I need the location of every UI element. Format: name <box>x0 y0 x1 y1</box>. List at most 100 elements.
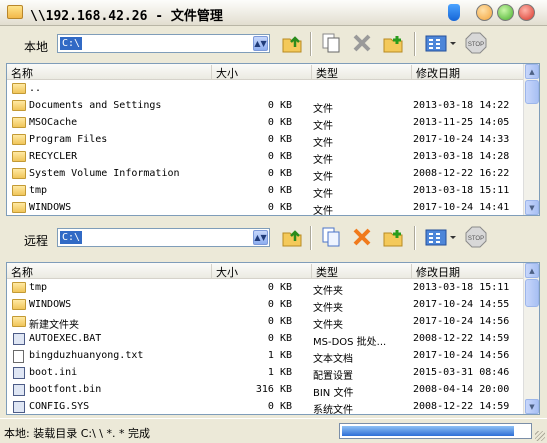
remote-scrollbar[interactable]: ▲ ▼ <box>523 263 539 414</box>
file-row[interactable]: CONFIG.SYS 0 KB 系统文件 2008-12-22 14:59 <box>7 399 525 415</box>
status-bar: 本地: 装载目录 C:\ \ *. * 完成 <box>0 418 547 443</box>
remote-path-dropdown[interactable]: C:\ ▲▼ <box>57 228 270 247</box>
folder-icon <box>12 299 26 310</box>
local-stop-button[interactable]: STOP <box>464 31 488 55</box>
remote-view-button[interactable] <box>423 225 459 249</box>
file-name: System Volume Information <box>29 168 180 179</box>
folder-icon <box>12 83 26 94</box>
file-row[interactable]: bingduzhuanyong.txt 1 KB 文本文档 2017-10-24 14… <box>7 348 525 365</box>
local-new-folder-button[interactable] <box>381 31 405 55</box>
scroll-thumb[interactable] <box>525 279 539 307</box>
file-row[interactable]: .. <box>7 81 525 98</box>
app-folder-icon <box>7 5 23 19</box>
stop-icon: STOP <box>465 32 487 54</box>
file-type: 文本文档 <box>313 354 353 365</box>
file-row[interactable]: RECYCLER 0 KB 文件 2013-03-18 14:28 <box>7 149 525 166</box>
window-title: \\192.168.42.26 - 文件管理 <box>30 9 223 24</box>
file-row[interactable]: bootfont.bin 316 KB BIN 文件 2008-04-14 20:00 <box>7 382 525 399</box>
file-name: WINDOWS <box>29 299 72 310</box>
local-header: 名称 大小 类型 修改日期 <box>7 64 525 80</box>
status-text: 本地: 装载目录 C:\ \ *. * 完成 <box>4 427 150 440</box>
scroll-down-button[interactable]: ▼ <box>525 200 539 215</box>
remote-rows: tmp 0 KB 文件夹 2013-03-18 15:11 WINDOWS 0 KB 文件夹… <box>7 280 525 415</box>
title-bar[interactable]: \\192.168.42.26 - 文件管理 <box>0 0 547 26</box>
file-row[interactable]: System Volume Information 0 KB 文件 2008-12-2… <box>7 166 525 183</box>
file-row[interactable]: Documents and Settings 0 KB 文件 2013-03-18 1… <box>7 98 525 115</box>
minimize-button[interactable] <box>476 4 493 21</box>
file-type: 文件 <box>313 138 333 149</box>
file-name: Program Files <box>29 134 108 145</box>
file-name: 新建文件夹 <box>29 320 79 331</box>
local-path-value: C:\ <box>60 37 83 50</box>
remote-file-list[interactable]: 名称 大小 类型 修改日期 tmp 0 KB 文件夹 2013-03-18 15:11… <box>6 262 540 415</box>
maximize-button[interactable] <box>497 4 514 21</box>
column-header-name[interactable]: 名称 <box>7 65 212 80</box>
column-header-size[interactable]: 大小 <box>212 65 312 80</box>
scroll-thumb[interactable] <box>525 80 539 104</box>
toolbar-separator <box>414 226 416 250</box>
file-size: 0 KB <box>267 168 292 179</box>
close-button[interactable] <box>518 4 535 21</box>
file-type: 文件 <box>313 155 333 166</box>
column-header-name[interactable]: 名称 <box>7 264 212 279</box>
file-row[interactable]: WINDOWS 0 KB 文件 2017-10-24 14:41 <box>7 200 525 216</box>
remote-header: 名称 大小 类型 修改日期 <box>7 263 525 279</box>
column-header-date[interactable]: 修改日期 <box>412 65 525 80</box>
file-type: 文件 <box>313 206 333 216</box>
remote-up-folder-button[interactable] <box>280 225 304 249</box>
remote-new-folder-button[interactable] <box>381 225 405 249</box>
file-size: 0 KB <box>267 134 292 145</box>
file-name: bingduzhuanyong.txt <box>29 350 144 361</box>
pin-icon[interactable] <box>448 4 460 21</box>
remote-delete-button[interactable] <box>350 225 374 249</box>
delete-icon <box>353 228 371 246</box>
file-date: 2017-10-24 14:56 <box>413 350 510 361</box>
file-row[interactable]: tmp 0 KB 文件夹 2013-03-18 15:11 <box>7 280 525 297</box>
scroll-up-button[interactable]: ▲ <box>525 64 539 79</box>
file-type: BIN 文件 <box>313 388 354 399</box>
local-toolbar: 本地 C:\ ▲▼ STOP <box>0 28 547 66</box>
file-row[interactable]: WINDOWS 0 KB 文件夹 2017-10-24 14:55 <box>7 297 525 314</box>
folder-icon <box>12 316 26 327</box>
file-date: 2017-10-24 14:33 <box>413 134 510 145</box>
file-type: 配置设置 <box>313 371 353 382</box>
file-row[interactable]: boot.ini 1 KB 配置设置 2015-03-31 08:46 <box>7 365 525 382</box>
remote-copy-button[interactable] <box>319 225 343 249</box>
file-date: 2017-10-24 14:41 <box>413 202 510 213</box>
local-copy-button[interactable] <box>319 31 343 55</box>
file-type: 文件夹 <box>313 320 343 331</box>
file-row[interactable]: AUTOEXEC.BAT 0 KB MS-DOS 批处... 2008-12-22 1… <box>7 331 525 348</box>
local-file-list[interactable]: 名称 大小 类型 修改日期 .. Documents and Settings 0 … <box>6 63 540 216</box>
column-header-type[interactable]: 类型 <box>312 65 412 80</box>
folder-icon <box>12 202 26 213</box>
file-date: 2008-04-14 20:00 <box>413 384 510 395</box>
chevron-down-icon[interactable]: ▲▼ <box>253 230 268 245</box>
file-size: 1 KB <box>267 367 292 378</box>
file-type: 系统文件 <box>313 405 353 415</box>
resize-grip[interactable] <box>535 431 545 441</box>
file-size: 0 KB <box>267 282 292 293</box>
local-delete-button[interactable] <box>350 31 374 55</box>
config-file-icon <box>13 367 25 379</box>
file-size: 0 KB <box>267 185 292 196</box>
scroll-down-button[interactable]: ▼ <box>525 399 539 414</box>
file-row[interactable]: 新建文件夹 0 KB 文件夹 2017-10-24 14:56 <box>7 314 525 331</box>
file-date: 2017-10-24 14:55 <box>413 299 510 310</box>
local-up-folder-button[interactable] <box>280 31 304 55</box>
local-path-dropdown[interactable]: C:\ ▲▼ <box>57 34 270 53</box>
remote-stop-button[interactable]: STOP <box>464 225 488 249</box>
file-row[interactable]: MSOCache 0 KB 文件 2013-11-25 14:05 <box>7 115 525 132</box>
file-size: 0 KB <box>267 202 292 213</box>
column-header-size[interactable]: 大小 <box>212 264 312 279</box>
column-header-type[interactable]: 类型 <box>312 264 412 279</box>
column-header-date[interactable]: 修改日期 <box>412 264 525 279</box>
file-date: 2008-12-22 14:59 <box>413 333 510 344</box>
chevron-down-icon[interactable]: ▲▼ <box>253 36 268 51</box>
up-folder-icon <box>282 36 302 53</box>
file-row[interactable]: tmp 0 KB 文件 2013-03-18 15:11 <box>7 183 525 200</box>
file-row[interactable]: Program Files 0 KB 文件 2017-10-24 14:33 <box>7 132 525 149</box>
scroll-up-button[interactable]: ▲ <box>525 263 539 278</box>
local-scrollbar[interactable]: ▲ ▼ <box>523 64 539 215</box>
file-name: RECYCLER <box>29 151 78 162</box>
local-view-button[interactable] <box>423 31 459 55</box>
